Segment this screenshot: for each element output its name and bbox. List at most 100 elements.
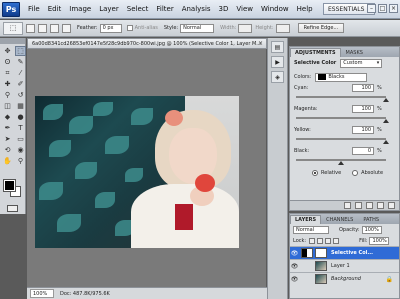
menu-view[interactable]: View — [232, 5, 257, 13]
clip-layer-icon[interactable] — [355, 202, 362, 209]
eye-icon[interactable]: 👁 — [290, 263, 299, 270]
menu-analysis[interactable]: Analysis — [178, 5, 215, 13]
opacity-input[interactable]: 100% — [361, 225, 382, 234]
hand-tool-icon[interactable]: ✋ — [2, 156, 13, 166]
pen-tool-icon[interactable]: ✒ — [2, 123, 13, 133]
magenta-track[interactable] — [296, 117, 386, 119]
menu-layer[interactable]: Layer — [95, 5, 123, 13]
yellow-slider: Yellow: 100 % — [290, 125, 399, 146]
colors-select[interactable]: Blacks — [315, 72, 368, 82]
document-size-info[interactable]: Doc: 487.8K/975.6K — [60, 291, 110, 297]
blur-tool-icon[interactable]: ◆ — [2, 112, 13, 122]
reset-icon[interactable] — [377, 202, 384, 209]
tab-channels[interactable]: CHANNELS — [321, 215, 358, 224]
history-brush-icon[interactable]: ↺ — [15, 90, 26, 100]
menu-filter[interactable]: Filter — [152, 5, 177, 13]
intersect-selection-icon[interactable] — [62, 23, 71, 33]
eyedropper-icon[interactable]: ⁄ — [15, 68, 26, 78]
fill-input[interactable]: 100% — [369, 236, 390, 245]
navigator-panel-icon[interactable]: ◈ — [271, 71, 284, 83]
layer-row-selective-color[interactable]: 👁 Selective Col... — [290, 246, 399, 259]
3d-rotate-icon[interactable]: ⟲ — [2, 145, 13, 155]
gradient-tool-icon[interactable]: ▦ — [15, 101, 26, 111]
quick-selection-icon[interactable]: ✎ — [15, 57, 26, 67]
yellow-track[interactable] — [296, 138, 386, 140]
document-tab[interactable]: 6a00d8341cd26853ef0147e5f28c9db970c-800w… — [27, 38, 267, 49]
layer-row-layer-1[interactable]: 👁 Layer 1 — [290, 259, 399, 272]
tab-masks[interactable]: MASKS — [341, 48, 368, 57]
actions-panel-icon[interactable]: ▶ — [271, 56, 284, 68]
menu-edit[interactable]: Edit — [44, 5, 66, 13]
lock-all-icon[interactable] — [333, 237, 340, 244]
trash-icon[interactable] — [388, 202, 395, 209]
menu-help[interactable]: Help — [293, 5, 317, 13]
cyan-slider: Cyan: 100 % — [290, 83, 399, 104]
black-thumb[interactable] — [338, 161, 344, 165]
magenta-unit: % — [377, 106, 382, 112]
crop-tool-icon[interactable]: ⌗ — [2, 68, 13, 78]
magenta-input[interactable]: 100 — [352, 105, 374, 113]
layer-mask-thumbnail[interactable] — [315, 248, 327, 258]
menu-file[interactable]: File — [24, 5, 44, 13]
blend-mode-select[interactable]: Normal — [293, 225, 329, 234]
document-image[interactable] — [35, 96, 239, 248]
height-input[interactable] — [275, 23, 290, 33]
shape-tool-icon[interactable]: ▭ — [15, 134, 26, 144]
menu-select[interactable]: Select — [123, 5, 153, 13]
3d-camera-icon[interactable]: ◉ — [15, 145, 26, 155]
cyan-input[interactable]: 100 — [352, 84, 374, 92]
clone-stamp-icon[interactable]: ⚲ — [2, 90, 13, 100]
black-input[interactable]: 0 — [352, 147, 374, 155]
quick-mask-icon[interactable] — [7, 205, 18, 212]
yellow-thumb[interactable] — [383, 140, 389, 144]
minimize-icon[interactable]: – — [367, 4, 376, 13]
cyan-track[interactable] — [296, 96, 386, 98]
dodge-tool-icon[interactable]: ● — [15, 112, 26, 122]
menu-image[interactable]: Image — [65, 5, 95, 13]
lock-transparency-icon[interactable] — [309, 237, 316, 244]
rectangular-marquee-icon[interactable]: ⬚ — [15, 46, 26, 56]
lock-pixels-icon[interactable] — [317, 237, 324, 244]
subtract-selection-icon[interactable] — [50, 23, 59, 33]
tab-paths[interactable]: PATHS — [358, 215, 384, 224]
style-select[interactable]: Normal — [180, 23, 215, 33]
lasso-tool-icon[interactable]: ʘ — [2, 57, 13, 67]
close-icon[interactable]: × — [389, 4, 398, 13]
menu-window[interactable]: Window — [257, 5, 293, 13]
absolute-radio[interactable] — [352, 170, 359, 176]
eye-icon[interactable]: 👁 — [290, 276, 299, 283]
refine-edge-button[interactable]: Refine Edge... — [297, 23, 345, 33]
layer-row-background[interactable]: 👁 Background 🔒 — [290, 272, 399, 285]
healing-brush-icon[interactable]: ✚ — [2, 79, 13, 89]
maximize-icon[interactable]: □ — [378, 4, 387, 13]
cyan-thumb[interactable] — [383, 98, 389, 102]
status-zoom-input[interactable]: 100% — [30, 289, 54, 298]
tab-adjustments[interactable]: ADJUSTMENTS — [290, 48, 341, 57]
type-tool-icon[interactable]: T — [15, 123, 26, 133]
tab-layers[interactable]: LAYERS — [290, 215, 322, 224]
magenta-thumb[interactable] — [383, 119, 389, 123]
brush-tool-icon[interactable]: ✐ — [15, 79, 26, 89]
new-selection-icon[interactable] — [26, 23, 35, 33]
anti-alias-checkbox[interactable] — [126, 25, 133, 31]
visibility-icon[interactable] — [366, 202, 373, 209]
width-input[interactable] — [238, 23, 253, 33]
add-selection-icon[interactable] — [38, 23, 47, 33]
return-icon[interactable] — [344, 202, 351, 209]
marquee-tool-preset-icon[interactable]: ⬚ — [3, 21, 23, 35]
path-selection-icon[interactable]: ➤ — [2, 134, 13, 144]
move-tool-icon[interactable]: ✥ — [2, 46, 13, 56]
eye-icon[interactable]: 👁 — [290, 250, 299, 257]
history-panel-icon[interactable]: ▤ — [271, 41, 284, 53]
canvas-area[interactable] — [27, 49, 266, 287]
feather-input[interactable]: 0 px — [99, 23, 122, 33]
zoom-tool-icon[interactable]: ⚲ — [15, 156, 26, 166]
foreground-color-swatch[interactable] — [3, 179, 16, 192]
eraser-tool-icon[interactable]: ◫ — [2, 101, 13, 111]
menu-3d[interactable]: 3D — [215, 5, 233, 13]
lock-position-icon[interactable] — [325, 237, 332, 244]
yellow-input[interactable]: 100 — [352, 126, 374, 134]
preset-select[interactable]: Custom ▾ — [340, 58, 383, 68]
relative-radio[interactable] — [312, 170, 318, 176]
close-icon[interactable]: × — [258, 40, 263, 47]
